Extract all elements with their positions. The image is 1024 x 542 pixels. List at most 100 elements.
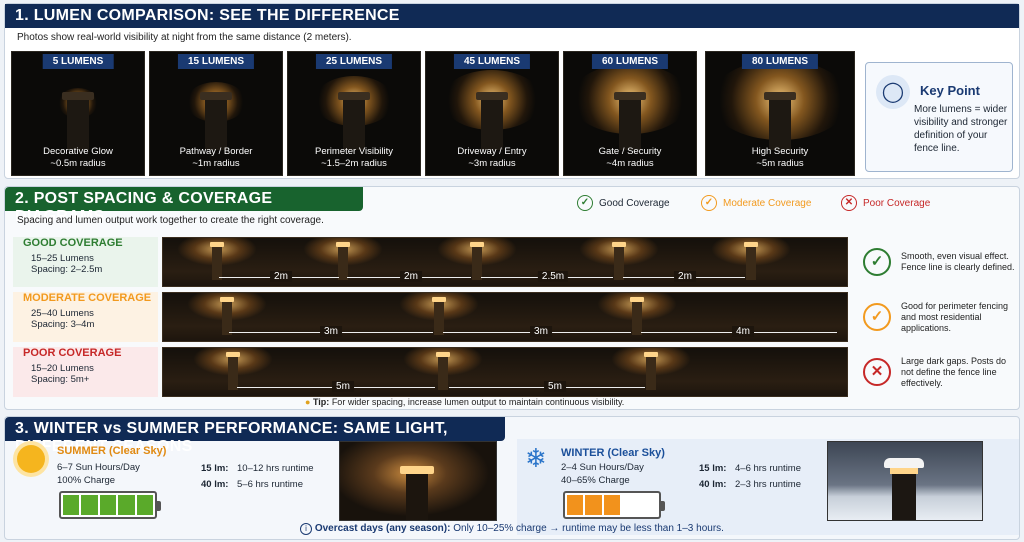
summer-runtime-15: 15 lm: 10–12 hrs runtime [201,463,314,474]
row-label-moderate: MODERATE COVERAGE 25–40 Lumens Spacing: … [13,292,158,342]
lumen-label: 15 lm: [201,463,229,474]
tip-text: For wider spacing, increase lumen output… [331,397,625,407]
sun-icon [17,445,45,473]
lumen-badge: 25 LUMENS [315,54,393,69]
row-note-poor: ✕ Large dark gaps. Posts do not define t… [853,347,1019,397]
summer-charge: 100% Charge [57,475,116,486]
legend-label: Moderate Coverage [723,197,812,209]
lumen-photo-5: 5 LUMENS Decorative Glow ~0.5m radius [11,51,145,176]
fence-strip-good: 2m 2m 2.5m 2m [162,237,848,287]
distance-label: 3m [530,326,552,337]
fence-strip-moderate: 3m 3m 4m [162,292,848,342]
summer-battery [59,491,161,519]
lumen-label: 15 lm: [699,463,727,474]
distance-label: 2m [674,271,696,282]
row-lumens: 15–25 Lumens [31,253,94,264]
overcast-label: Overcast days (any season): [314,523,451,534]
legend-good: ✓ Good Coverage [577,195,670,211]
row-title: GOOD COVERAGE [23,237,123,249]
check-icon: ✓ [701,195,717,211]
distance-label: 2.5m [537,271,569,282]
winter-snow-photo [827,441,983,521]
lightbulb-icon: ● [305,397,311,407]
winter-runtime-15: 15 lm: 4–6 hrs runtime [699,463,801,474]
lumen-photo-45: 45 LUMENS Driveway / Entry ~3m radius [425,51,559,176]
row-title: MODERATE COVERAGE [23,292,152,304]
overcast-note: i Overcast days (any season): Only 10–25… [5,523,1019,535]
lumen-badge: 5 LUMENS [42,54,114,69]
key-point-title: Key Point [920,83,980,98]
distance-label: 2m [400,271,422,282]
x-icon: ✕ [863,358,891,386]
runtime-value: 4–6 hrs runtime [735,463,802,474]
tip-label: Tip: [312,397,330,407]
photo-label: Gate / Security [598,146,662,157]
photo-radius: ~1m radius [192,158,240,169]
x-icon: ✕ [841,195,857,211]
seasonal-performance-section: 3. WINTER vs SUMMER PERFORMANCE: SAME LI… [4,416,1020,540]
row-label-poor: POOR COVERAGE 15–20 Lumens Spacing: 5m+ [13,347,158,397]
summer-sun-hours: 6–7 Sun Hours/Day [57,462,140,473]
row-lumens: 15–20 Lumens [31,363,94,374]
row-note-text: Good for perimeter fencing and most resi… [901,300,1009,333]
lumen-photo-60: 60 LUMENS Gate / Security ~4m radius [563,51,697,176]
section-title: 2. POST SPACING & COVERAGE DIAGRAMS [5,187,363,225]
overcast-text: Only 10–25% charge → runtime may be less… [453,523,724,534]
lumen-badge: 60 LUMENS [591,54,669,69]
photo-label: Pathway / Border [179,146,253,157]
winter-title: WINTER (Clear Sky) [561,447,665,459]
legend-label: Good Coverage [599,197,670,209]
photo-radius: ~3m radius [468,158,516,169]
runtime-value: 5–6 hrs runtime [237,479,304,490]
row-note-moderate: ✓ Good for perimeter fencing and most re… [853,292,1019,342]
winter-sun-hours: 2–4 Sun Hours/Day [561,462,644,473]
fence-strip-poor: 5m 5m [162,347,848,397]
row-spacing: Spacing: 3–4m [31,319,95,330]
summer-night-photo [339,441,497,521]
spacing-coverage-section: 2. POST SPACING & COVERAGE DIAGRAMS Spac… [4,186,1020,410]
row-lumens: 25–40 Lumens [31,308,94,319]
photo-label: Decorative Glow [43,146,113,157]
info-icon: i [300,523,313,535]
row-note-good: ✓ Smooth, even visual effect. Fence line… [853,237,1019,287]
photo-radius: ~4m radius [606,158,654,169]
photo-label: Driveway / Entry [457,146,527,157]
distance-label: 4m [732,326,754,337]
row-label-good: GOOD COVERAGE 15–25 Lumens Spacing: 2–2.… [13,237,158,287]
distance-label: 5m [544,381,566,392]
photo-radius: ~0.5m radius [50,158,106,169]
summer-runtime-40: 40 lm: 5–6 hrs runtime [201,479,303,490]
winter-runtime-40: 40 lm: 2–3 hrs runtime [699,479,801,490]
photo-radius: ~1.5–2m radius [321,158,387,169]
summer-title: SUMMER (Clear Sky) [57,445,167,457]
photo-radius: ~5m radius [756,158,804,169]
legend-moderate: ✓ Moderate Coverage [701,195,811,211]
lumen-photo-15: 15 LUMENS Pathway / Border ~1m radius [149,51,283,176]
row-spacing: Spacing: 2–2.5m [31,264,103,275]
lightbulb-icon: ◯ [876,75,910,109]
runtime-value: 10–12 hrs runtime [237,463,314,474]
section-title: 3. WINTER vs SUMMER PERFORMANCE: SAME LI… [5,417,505,455]
check-icon: ✓ [863,303,891,331]
lumen-photo-80: 80 LUMENS High Security ~5m radius [705,51,855,176]
row-note-text: Smooth, even visual effect. Fence line i… [901,251,1015,272]
check-icon: ✓ [863,248,891,276]
lumen-badge: 15 LUMENS [177,54,255,69]
key-point-body: More lumens = wider visibility and stron… [914,104,1008,154]
runtime-value: 2–3 hrs runtime [735,479,802,490]
lumen-badge: 45 LUMENS [453,54,531,69]
distance-label: 5m [332,381,354,392]
winter-charge: 40–65% Charge [561,475,630,486]
section-subtitle: Spacing and lumen output work together t… [17,215,324,226]
row-note-text: Large dark gaps. Posts do not define the… [901,355,1007,388]
lumen-comparison-section: 1. LUMEN COMPARISON: SEE THE DIFFERENCE … [4,3,1020,179]
section-title: 1. LUMEN COMPARISON: SEE THE DIFFERENCE [5,4,1019,28]
photo-label: High Security [751,146,809,157]
photo-label: Perimeter Visibility [315,146,393,157]
check-icon: ✓ [577,195,593,211]
lumen-label: 40 lm: [699,479,727,490]
legend-poor: ✕ Poor Coverage [841,195,930,211]
row-title: POOR COVERAGE [23,347,122,359]
row-spacing: Spacing: 5m+ [31,374,90,385]
distance-label: 2m [270,271,292,282]
